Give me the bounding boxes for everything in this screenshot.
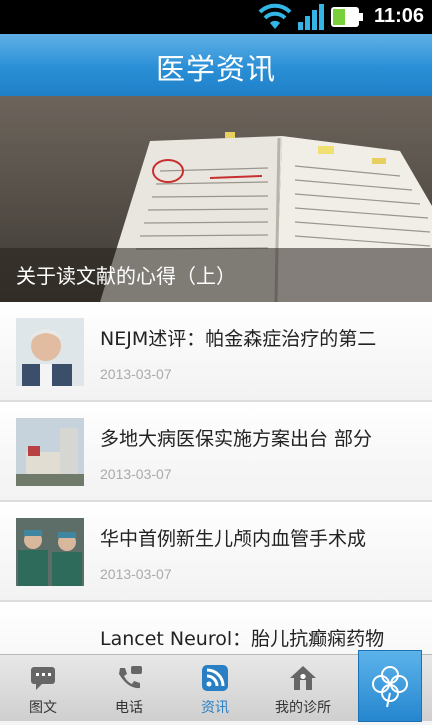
tab-graphic-text[interactable]: 图文 [0, 655, 86, 721]
list-item[interactable]: 华中首例新生儿颅内血管手术成 2013-03-07 [0, 502, 432, 602]
page-title: 医学资讯 [155, 52, 276, 86]
tab-label: 资讯 [201, 700, 229, 716]
tab-label: 图文 [29, 700, 57, 716]
status-bar: 11:06 [0, 0, 432, 34]
phone-icon [119, 666, 142, 689]
news-title: 多地大病医保实施方案出台 部分 [100, 428, 373, 450]
tab-my-clinic[interactable]: 我的诊所 [258, 655, 348, 721]
elderly-man-thumbnail [16, 318, 84, 386]
battery-icon [331, 7, 363, 27]
news-date: 2013-03-07 [100, 366, 172, 382]
chat-icon [31, 667, 55, 690]
rss-icon [202, 665, 228, 691]
news-title: 华中首例新生儿颅内血管手术成 [100, 528, 367, 550]
clock: 11:06 [373, 5, 424, 27]
hospital-building-thumbnail [16, 418, 84, 486]
news-list: NEJM述评：帕金森症治疗的第二 2013-03-07 多地大病医保实施方案出台… [0, 302, 432, 702]
list-item[interactable]: NEJM述评：帕金森症治疗的第二 2013-03-07 [0, 302, 432, 402]
surgeons-thumbnail [16, 518, 84, 586]
list-item[interactable]: 多地大病医保实施方案出台 部分 2013-03-07 [0, 402, 432, 502]
tab-phone[interactable]: 电话 [86, 655, 172, 721]
tab-news[interactable]: 资讯 [172, 655, 258, 721]
tab-label: 电话 [115, 700, 143, 716]
home-icon [290, 666, 316, 690]
banner-caption: 关于读文献的心得（上） [16, 264, 236, 288]
title-bar: 医学资讯 [0, 34, 432, 97]
banner-caption-bar: 关于读文献的心得（上） [0, 248, 432, 302]
news-date: 2013-03-07 [100, 566, 172, 582]
signal-icon [298, 4, 324, 30]
tab-label: 我的诊所 [275, 700, 331, 716]
clover-icon [372, 666, 408, 708]
news-title: NEJM述评：帕金森症治疗的第二 [100, 328, 377, 350]
clover-menu-button[interactable] [358, 650, 422, 722]
wifi-icon [258, 3, 292, 29]
news-date: 2013-03-07 [100, 466, 172, 482]
featured-banner[interactable]: 关于读文献的心得（上） [0, 96, 432, 302]
news-title: Lancet Neurol：胎儿抗癫痫药物 [100, 628, 385, 650]
